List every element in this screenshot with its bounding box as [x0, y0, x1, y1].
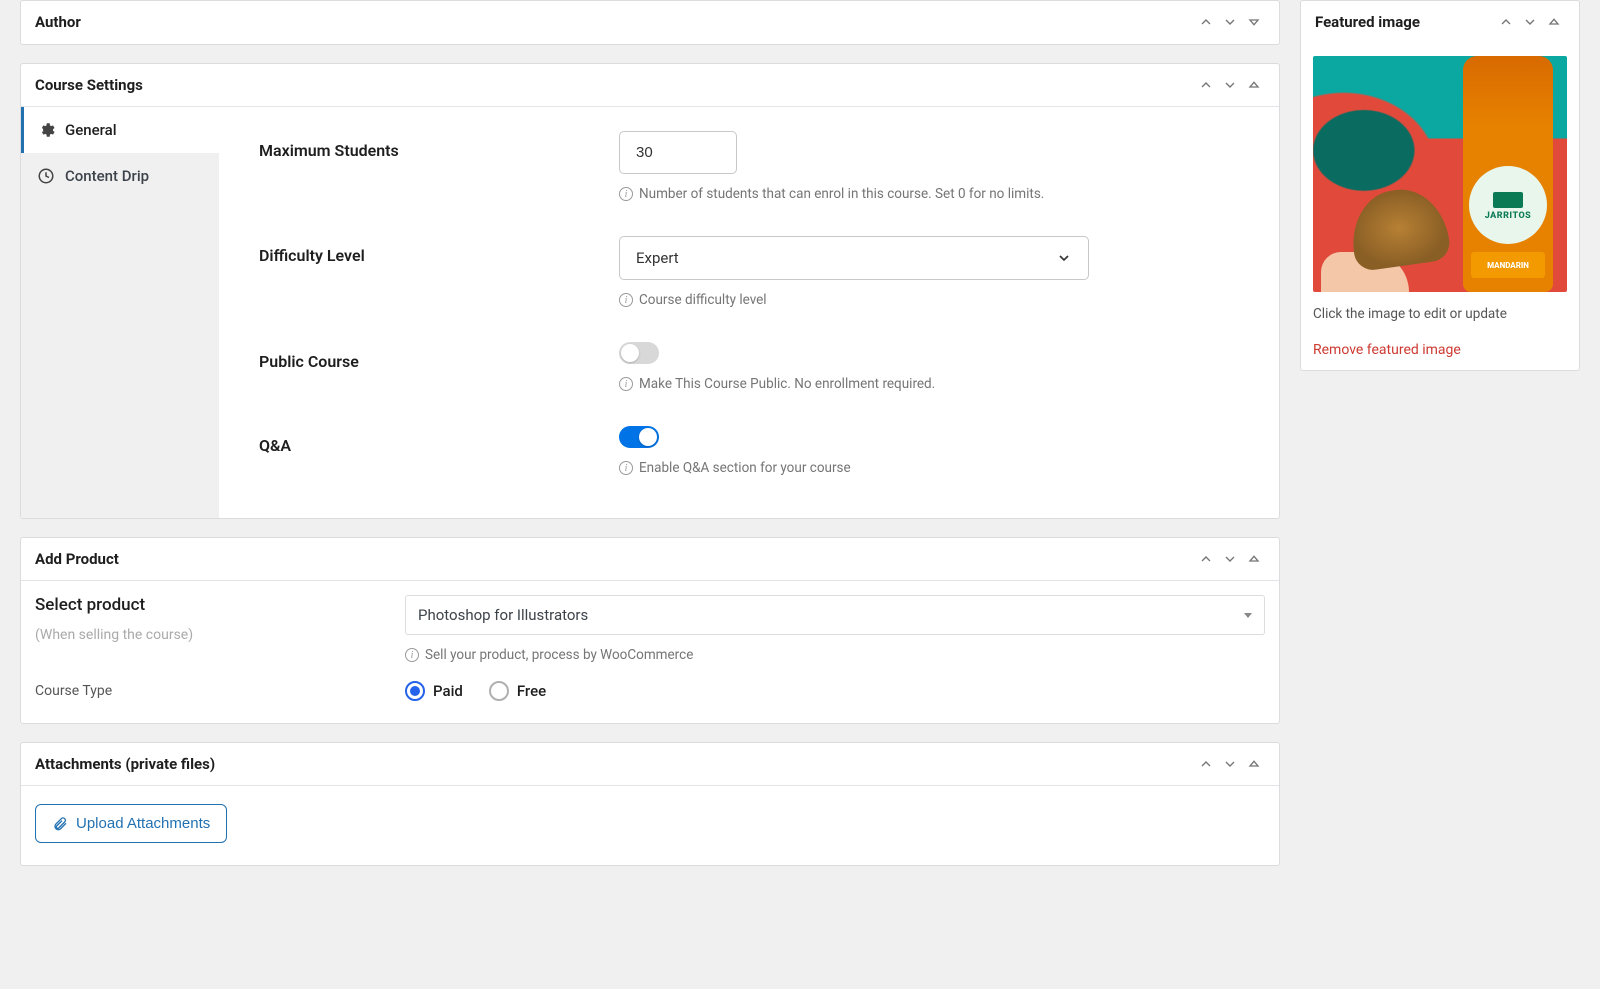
public-course-hint: Make This Course Public. No enrollment r…	[639, 376, 935, 392]
featured-image-thumbnail[interactable]: JARRITOS MANDARIN	[1313, 56, 1567, 292]
caret-up-icon[interactable]	[1543, 11, 1565, 33]
tab-general[interactable]: General	[21, 107, 219, 153]
public-course-toggle[interactable]	[619, 342, 659, 364]
add-product-controls	[1195, 548, 1265, 570]
featured-image-title: Featured image	[1315, 13, 1420, 31]
max-students-label: Maximum Students	[259, 131, 619, 202]
remove-featured-image-link[interactable]: Remove featured image	[1313, 342, 1461, 358]
bottle-flavor-label: MANDARIN	[1471, 252, 1545, 278]
difficulty-hint: Course difficulty level	[639, 292, 767, 308]
course-settings-controls	[1195, 74, 1265, 96]
gear-icon	[37, 121, 55, 139]
qa-label: Q&A	[259, 426, 619, 476]
info-icon: i	[619, 293, 633, 307]
public-course-label: Public Course	[259, 342, 619, 392]
attachments-title: Attachments (private files)	[35, 755, 215, 773]
caret-down-icon[interactable]	[1243, 11, 1265, 33]
radio-unchecked-icon	[489, 681, 509, 701]
course-settings-panel: Course Settings General	[20, 63, 1280, 519]
select-product-sub: (When selling the course)	[35, 627, 405, 643]
info-icon: i	[619, 377, 633, 391]
chevron-down-icon[interactable]	[1519, 11, 1541, 33]
max-students-input[interactable]	[619, 131, 737, 174]
tab-content-drip-label: Content Drip	[65, 167, 149, 185]
attachments-panel: Attachments (private files) Upload Attac…	[20, 742, 1280, 866]
difficulty-select[interactable]: Expert	[619, 236, 1089, 280]
radio-checked-icon	[405, 681, 425, 701]
difficulty-value: Expert	[636, 249, 679, 267]
product-select-value: Photoshop for Illustrators	[418, 606, 588, 624]
taco-illustration	[1346, 184, 1452, 273]
course-type-free-label: Free	[517, 682, 546, 700]
paperclip-icon	[52, 816, 68, 832]
difficulty-label: Difficulty Level	[259, 236, 619, 308]
featured-image-panel: Featured image JARRITOS MANDARIN	[1300, 0, 1580, 371]
caret-up-icon[interactable]	[1243, 548, 1265, 570]
chevron-up-icon[interactable]	[1195, 548, 1217, 570]
featured-image-desc: Click the image to edit or update	[1313, 306, 1567, 322]
product-hint: Sell your product, process by WooCommerc…	[425, 647, 693, 663]
author-panel-controls	[1195, 11, 1265, 33]
product-select[interactable]: Photoshop for Illustrators	[405, 595, 1265, 635]
course-type-paid-label: Paid	[433, 682, 463, 700]
qa-toggle[interactable]	[619, 426, 659, 448]
info-icon: i	[619, 461, 633, 475]
chevron-down-icon[interactable]	[1219, 74, 1241, 96]
chevron-up-icon[interactable]	[1195, 753, 1217, 775]
bottle-label: JARRITOS	[1469, 166, 1547, 244]
tab-general-label: General	[65, 121, 117, 139]
info-icon: i	[405, 648, 419, 662]
chevron-down-icon[interactable]	[1219, 11, 1241, 33]
add-product-panel: Add Product Select product (When selling…	[20, 537, 1280, 724]
caret-up-icon[interactable]	[1243, 753, 1265, 775]
upload-attachments-button[interactable]: Upload Attachments	[35, 804, 227, 843]
upload-attachments-label: Upload Attachments	[76, 815, 210, 832]
add-product-title: Add Product	[35, 550, 119, 568]
chevron-down-icon	[1056, 250, 1072, 266]
caret-up-icon[interactable]	[1243, 74, 1265, 96]
chevron-down-icon[interactable]	[1219, 548, 1241, 570]
author-panel-title: Author	[35, 13, 81, 31]
author-panel: Author	[20, 0, 1280, 45]
tab-content-drip[interactable]: Content Drip	[21, 153, 219, 199]
select-product-label: Select product	[35, 595, 405, 615]
course-settings-tabs: General Content Drip	[21, 107, 219, 518]
course-settings-title: Course Settings	[35, 76, 143, 94]
chevron-down-icon[interactable]	[1219, 753, 1241, 775]
chevron-up-icon[interactable]	[1195, 74, 1217, 96]
course-type-paid[interactable]: Paid	[405, 681, 463, 701]
chevron-up-icon[interactable]	[1495, 11, 1517, 33]
chevron-up-icon[interactable]	[1195, 11, 1217, 33]
course-type-free[interactable]: Free	[489, 681, 546, 701]
clock-icon	[37, 167, 55, 185]
caret-down-icon	[1244, 613, 1252, 618]
max-students-hint: Number of students that can enrol in thi…	[639, 186, 1044, 202]
attachments-controls	[1195, 753, 1265, 775]
qa-hint: Enable Q&A section for your course	[639, 460, 851, 476]
featured-image-controls	[1495, 11, 1565, 33]
course-type-label: Course Type	[35, 683, 405, 699]
info-icon: i	[619, 187, 633, 201]
